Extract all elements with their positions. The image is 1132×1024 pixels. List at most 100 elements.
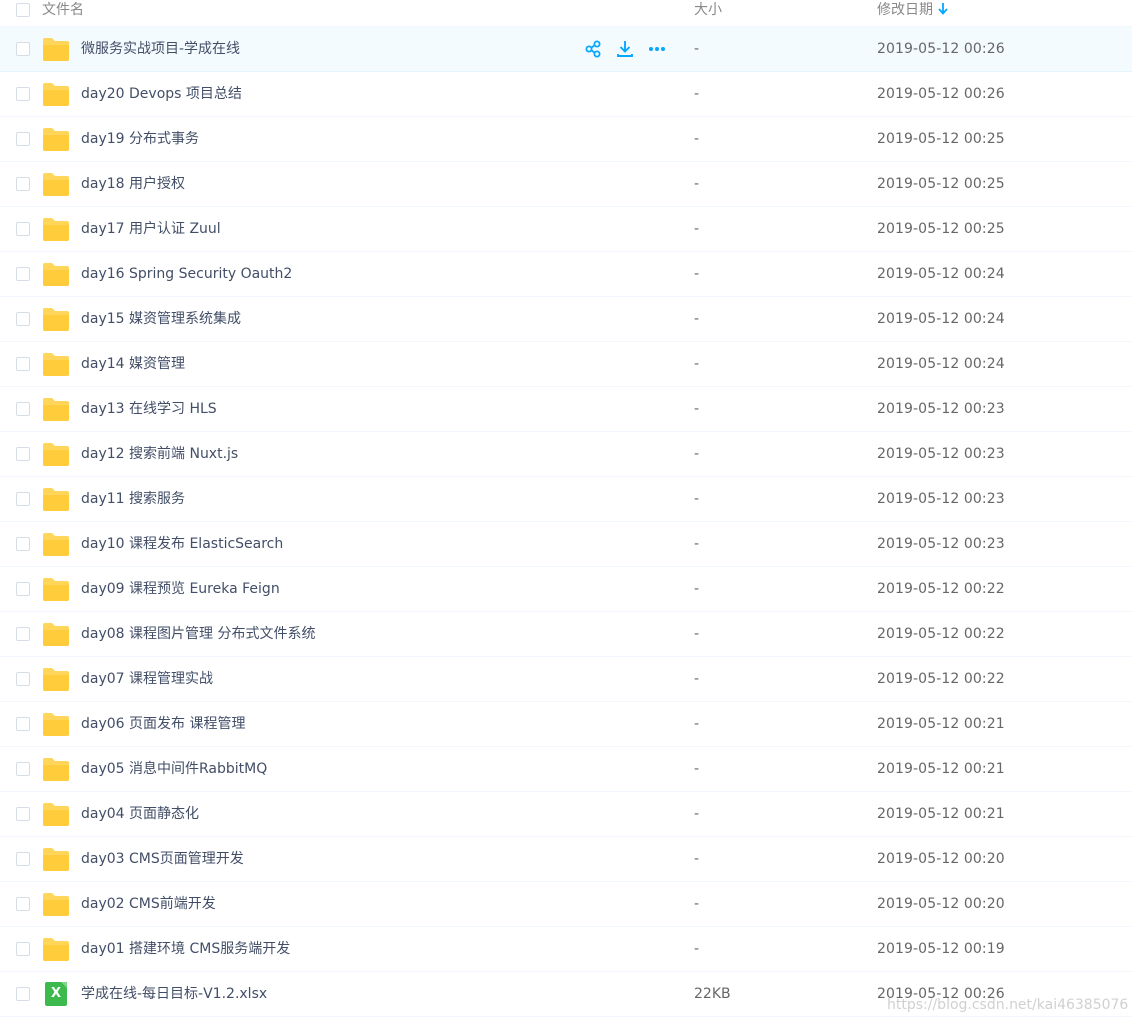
column-header-date[interactable]: 修改日期 — [877, 0, 948, 22]
folder-icon[interactable] — [42, 891, 70, 917]
folder-icon[interactable] — [42, 81, 70, 107]
more-options-icon[interactable] — [647, 39, 667, 59]
column-header-name[interactable]: 文件名 — [42, 0, 84, 22]
row-checkbox[interactable] — [16, 267, 30, 281]
file-row[interactable]: day18 用户授权 - 2019-05-12 00:25 — [0, 162, 1132, 207]
folder-icon[interactable] — [42, 621, 70, 647]
folder-icon[interactable] — [42, 261, 70, 287]
file-row[interactable]: day05 消息中间件RabbitMQ - 2019-05-12 00:21 — [0, 747, 1132, 792]
folder-icon[interactable] — [42, 801, 70, 827]
sort-descending-icon[interactable] — [938, 3, 948, 15]
row-checkbox[interactable] — [16, 852, 30, 866]
folder-icon[interactable] — [42, 756, 70, 782]
folder-icon[interactable] — [42, 486, 70, 512]
file-name-link[interactable]: day01 搭建环境 CMS服务端开发 — [81, 939, 290, 959]
row-checkbox[interactable] — [16, 537, 30, 551]
excel-file-icon[interactable]: X — [42, 981, 70, 1007]
file-row[interactable]: day07 课程管理实战 - 2019-05-12 00:22 — [0, 657, 1132, 702]
file-name-link[interactable]: day18 用户授权 — [81, 174, 185, 194]
file-name-link[interactable]: day15 媒资管理系统集成 — [81, 309, 241, 329]
file-name-link[interactable]: day04 页面静态化 — [81, 804, 199, 824]
file-modified-date: 2019-05-12 00:26 — [877, 86, 1005, 102]
row-checkbox[interactable] — [16, 42, 30, 56]
file-name-link[interactable]: day10 课程发布 ElasticSearch — [81, 534, 283, 554]
file-row[interactable]: day04 页面静态化 - 2019-05-12 00:21 — [0, 792, 1132, 837]
row-checkbox[interactable] — [16, 627, 30, 641]
select-all-checkbox[interactable] — [16, 3, 30, 17]
file-name-link[interactable]: day05 消息中间件RabbitMQ — [81, 759, 267, 779]
file-name-link[interactable]: day11 搜索服务 — [81, 489, 185, 509]
row-checkbox[interactable] — [16, 807, 30, 821]
file-row[interactable]: day16 Spring Security Oauth2 - 2019-05-12 … — [0, 252, 1132, 297]
folder-icon[interactable] — [42, 216, 70, 242]
folder-icon[interactable] — [42, 846, 70, 872]
file-name-link[interactable]: day19 分布式事务 — [81, 129, 199, 149]
file-row[interactable]: 微服务实战项目-学成在线 - 2019-05-12 00:26 — [0, 27, 1132, 72]
column-header-size[interactable]: 大小 — [694, 0, 722, 22]
folder-icon[interactable] — [42, 531, 70, 557]
file-name-link[interactable]: day16 Spring Security Oauth2 — [81, 264, 292, 284]
file-row[interactable]: day12 搜索前端 Nuxt.js - 2019-05-12 00:23 — [0, 432, 1132, 477]
row-checkbox[interactable] — [16, 312, 30, 326]
folder-icon[interactable] — [42, 351, 70, 377]
row-checkbox[interactable] — [16, 87, 30, 101]
folder-icon[interactable] — [42, 666, 70, 692]
file-row[interactable]: day08 课程图片管理 分布式文件系统 - 2019-05-12 00:22 — [0, 612, 1132, 657]
folder-icon[interactable] — [42, 36, 70, 62]
row-checkbox[interactable] — [16, 447, 30, 461]
file-name-link[interactable]: day17 用户认证 Zuul — [81, 219, 221, 239]
file-row[interactable]: day14 媒资管理 - 2019-05-12 00:24 — [0, 342, 1132, 387]
share-icon[interactable] — [583, 39, 603, 59]
file-row[interactable]: day01 搭建环境 CMS服务端开发 - 2019-05-12 00:19 — [0, 927, 1132, 972]
file-name-link[interactable]: day13 在线学习 HLS — [81, 399, 217, 419]
row-checkbox[interactable] — [16, 762, 30, 776]
file-row[interactable]: day13 在线学习 HLS - 2019-05-12 00:23 — [0, 387, 1132, 432]
row-checkbox[interactable] — [16, 357, 30, 371]
row-checkbox[interactable] — [16, 177, 30, 191]
file-name-link[interactable]: day03 CMS页面管理开发 — [81, 849, 244, 869]
folder-icon[interactable] — [42, 126, 70, 152]
row-checkbox[interactable] — [16, 942, 30, 956]
row-checkbox[interactable] — [16, 672, 30, 686]
row-checkbox[interactable] — [16, 132, 30, 146]
folder-icon[interactable] — [42, 936, 70, 962]
file-name-link[interactable]: day12 搜索前端 Nuxt.js — [81, 444, 238, 464]
file-row[interactable]: day10 课程发布 ElasticSearch - 2019-05-12 00:2… — [0, 522, 1132, 567]
file-row[interactable]: day06 页面发布 课程管理 - 2019-05-12 00:21 — [0, 702, 1132, 747]
folder-icon[interactable] — [42, 711, 70, 737]
file-row[interactable]: day15 媒资管理系统集成 - 2019-05-12 00:24 — [0, 297, 1132, 342]
file-name-link[interactable]: 学成在线-每日目标-V1.2.xlsx — [81, 984, 267, 1004]
file-name-link[interactable]: day08 课程图片管理 分布式文件系统 — [81, 624, 315, 644]
file-modified-date: 2019-05-12 00:23 — [877, 446, 1005, 462]
download-icon[interactable] — [615, 39, 635, 59]
file-row[interactable]: day20 Devops 项目总结 - 2019-05-12 00:26 — [0, 72, 1132, 117]
file-name-link[interactable]: day02 CMS前端开发 — [81, 894, 216, 914]
row-checkbox[interactable] — [16, 492, 30, 506]
file-row[interactable]: day09 课程预览 Eureka Feign - 2019-05-12 00:22 — [0, 567, 1132, 612]
row-checkbox[interactable] — [16, 402, 30, 416]
file-name-link[interactable]: day09 课程预览 Eureka Feign — [81, 579, 280, 599]
row-checkbox[interactable] — [16, 717, 30, 731]
file-size: - — [694, 671, 700, 687]
column-header-date-label: 修改日期 — [877, 2, 933, 18]
file-row[interactable]: day19 分布式事务 - 2019-05-12 00:25 — [0, 117, 1132, 162]
file-name-link[interactable]: day07 课程管理实战 — [81, 669, 213, 689]
row-checkbox[interactable] — [16, 222, 30, 236]
row-checkbox[interactable] — [16, 582, 30, 596]
file-name-link[interactable]: 微服务实战项目-学成在线 — [81, 39, 240, 59]
folder-icon[interactable] — [42, 171, 70, 197]
file-row[interactable]: day03 CMS页面管理开发 - 2019-05-12 00:20 — [0, 837, 1132, 882]
folder-icon[interactable] — [42, 576, 70, 602]
file-name-link[interactable]: day06 页面发布 课程管理 — [81, 714, 245, 734]
file-row[interactable]: day02 CMS前端开发 - 2019-05-12 00:20 — [0, 882, 1132, 927]
row-checkbox[interactable] — [16, 987, 30, 1001]
folder-icon[interactable] — [42, 306, 70, 332]
file-name-link[interactable]: day14 媒资管理 — [81, 354, 185, 374]
file-row[interactable]: day17 用户认证 Zuul - 2019-05-12 00:25 — [0, 207, 1132, 252]
file-name-link[interactable]: day20 Devops 项目总结 — [81, 84, 242, 104]
row-checkbox[interactable] — [16, 897, 30, 911]
folder-icon[interactable] — [42, 441, 70, 467]
folder-icon[interactable] — [42, 396, 70, 422]
file-row[interactable]: day11 搜索服务 - 2019-05-12 00:23 — [0, 477, 1132, 522]
file-modified-date: 2019-05-12 00:23 — [877, 536, 1005, 552]
